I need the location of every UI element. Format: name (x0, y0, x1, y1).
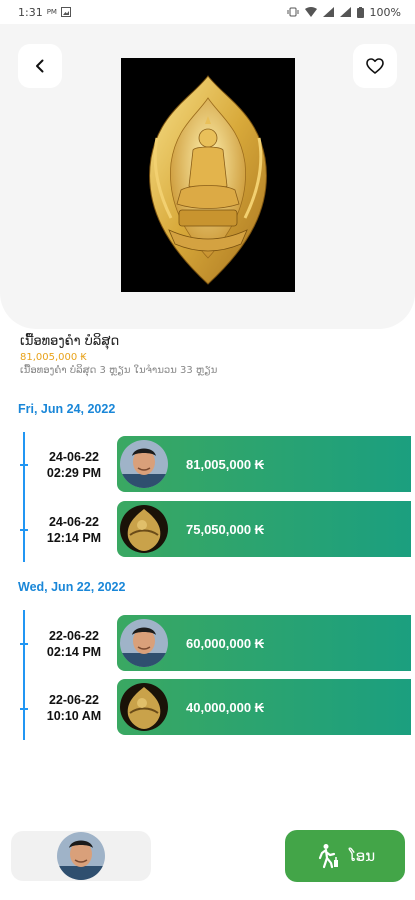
product-info: ເນື້ອທອງຄຳ ບໍລິສຸດ 81,005,000 ₭ ເນື້ອທອງ… (20, 334, 395, 376)
place-bid-button[interactable]: ໂອນ (285, 830, 405, 882)
status-time: 1:31 (18, 5, 43, 19)
product-hero (0, 24, 415, 329)
signal-icon (322, 7, 334, 17)
timeline-line (23, 610, 25, 740)
walk-person-icon (318, 844, 338, 869)
bid-date: 24-06-22 (48, 515, 100, 529)
vibrate-icon (287, 7, 299, 17)
amulet-avatar-icon (120, 683, 168, 731)
status-ampm: PM (46, 8, 57, 16)
bid-timestamp: 22-06-22 10:10 AM (38, 692, 110, 724)
bid-card[interactable]: 75,050,000 ₭ (117, 501, 411, 557)
bid-amount: 40,000,000 ₭ (186, 699, 265, 715)
signal-icon-2 (339, 7, 351, 17)
battery-percent: 100% (369, 5, 401, 19)
bid-card[interactable]: 40,000,000 ₭ (117, 679, 411, 735)
person-avatar (120, 440, 168, 488)
back-button[interactable] (18, 44, 62, 88)
product-title: ເນື້ອທອງຄຳ ບໍລິສຸດ (20, 334, 120, 349)
favorite-button[interactable] (353, 44, 397, 88)
timeline-line (23, 432, 25, 562)
timeline-marker (20, 464, 28, 466)
bid-amount: 75,050,000 ₭ (186, 521, 265, 537)
status-bar: 1:31 PM 100% (0, 0, 415, 24)
amulet-avatar (120, 683, 168, 731)
bid-amount: 60,000,000 ₭ (186, 635, 265, 651)
amulet-avatar-icon (120, 505, 168, 553)
status-left: 1:31 PM (18, 6, 71, 19)
heart-icon (366, 58, 384, 74)
wifi-icon (304, 7, 317, 17)
product-description: ເນື້ອທອງຄຳ ບໍລິສຸດ 3 ຫຼຽນ ໃນຈຳນວນ 33 ຫຼຽ… (20, 365, 218, 376)
bid-time: 10:10 AM (46, 709, 102, 723)
bid-timestamp: 22-06-22 02:14 PM (38, 628, 110, 660)
person-avatar (120, 619, 168, 667)
battery-icon (356, 6, 364, 18)
product-image (121, 58, 295, 292)
current-user-avatar (57, 832, 105, 880)
bottom-bar: ໂອນ (0, 820, 415, 900)
bid-timestamp: 24-06-22 12:14 PM (38, 514, 110, 546)
current-user-box[interactable] (11, 831, 151, 881)
timeline-marker (20, 529, 28, 531)
date-header: Fri, Jun 24, 2022 (18, 402, 116, 416)
bid-timestamp: 24-06-22 02:29 PM (38, 449, 110, 481)
amulet-avatar (120, 505, 168, 553)
status-right: 100% (287, 6, 401, 19)
place-bid-label: ໂອນ (348, 847, 376, 865)
product-price: 81,005,000 ₭ (20, 352, 87, 363)
bid-date: 24-06-22 (48, 450, 100, 464)
person-avatar-icon (120, 440, 168, 488)
gallery-notification-icon (60, 7, 71, 17)
bid-date: 22-06-22 (48, 693, 100, 707)
bid-time: 02:29 PM (46, 466, 102, 480)
chevron-left-icon (36, 59, 44, 73)
date-header: Wed, Jun 22, 2022 (18, 580, 126, 594)
golden-buddha-amulet-icon (121, 58, 295, 292)
bid-card[interactable]: 60,000,000 ₭ (117, 615, 411, 671)
bid-time: 02:14 PM (46, 645, 102, 659)
person-avatar-icon (57, 832, 105, 880)
bid-date: 22-06-22 (48, 629, 100, 643)
bid-amount: 81,005,000 ₭ (186, 456, 265, 472)
timeline-marker (20, 708, 28, 710)
timeline-marker (20, 643, 28, 645)
person-avatar-icon (120, 619, 168, 667)
bid-time: 12:14 PM (46, 531, 102, 545)
bid-card[interactable]: 81,005,000 ₭ (117, 436, 411, 492)
